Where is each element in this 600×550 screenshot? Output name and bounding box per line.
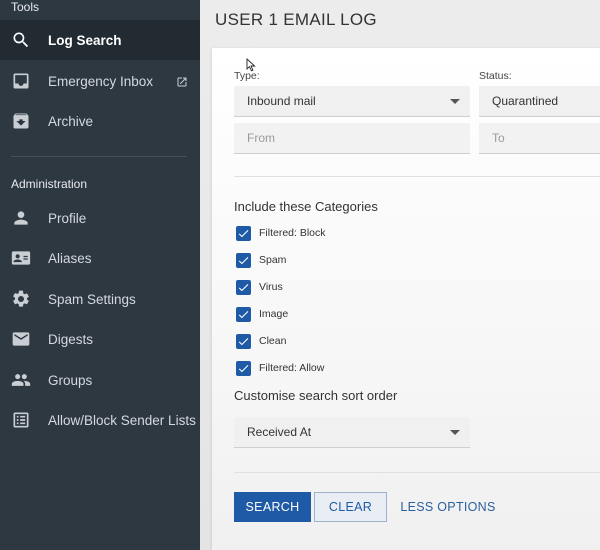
sidebar-item-digests[interactable]: Digests: [0, 319, 200, 359]
main-content: USER 1 EMAIL LOG Type: Status: Inbound m…: [200, 0, 600, 550]
sidebar-item-label: Allow/Block Sender Lists: [48, 412, 196, 428]
person-icon: [11, 208, 31, 228]
status-select[interactable]: Quarantined: [479, 86, 600, 117]
chevron-down-icon: [450, 99, 460, 104]
sidebar-item-aliases[interactable]: Aliases: [0, 238, 200, 278]
category-checkbox-spam[interactable]: Spam: [236, 251, 286, 269]
sidebar-item-label: Aliases: [48, 250, 92, 266]
sidebar-item-archive[interactable]: Archive: [0, 101, 200, 141]
less-options-link[interactable]: LESS OPTIONS: [398, 492, 498, 522]
sort-order-heading: Customise search sort order: [234, 388, 398, 403]
checkbox-checked-icon: [236, 225, 251, 241]
sort-order-select[interactable]: Received At: [234, 417, 470, 448]
category-checkbox-filtered-block[interactable]: Filtered: Block: [236, 224, 326, 242]
checkbox-checked-icon: [236, 252, 251, 268]
type-select-value: Inbound mail: [247, 94, 316, 108]
category-label: Clean: [259, 335, 287, 347]
clear-button[interactable]: CLEAR: [314, 492, 387, 522]
category-checkbox-filtered-allow[interactable]: Filtered: Allow: [236, 359, 324, 377]
sidebar-divider: [11, 156, 187, 157]
sidebar-item-profile[interactable]: Profile: [0, 198, 200, 238]
sidebar-item-groups[interactable]: Groups: [0, 360, 200, 400]
category-checkbox-clean[interactable]: Clean: [236, 332, 286, 350]
mail-icon: [11, 329, 31, 349]
checkbox-checked-icon: [236, 306, 251, 322]
sidebar-item-label: Archive: [48, 113, 94, 129]
checkbox-checked-icon: [236, 333, 251, 349]
status-label: Status:: [479, 70, 512, 82]
to-date-input[interactable]: To: [479, 123, 600, 154]
sidebar: Tools Log Search Emergency Inbox Archive…: [0, 0, 200, 550]
chevron-down-icon: [450, 430, 460, 435]
sidebar-item-label: Profile: [48, 210, 87, 226]
sort-order-value: Received At: [247, 425, 312, 439]
search-button[interactable]: SEARCH: [234, 492, 311, 522]
sidebar-item-label: Digests: [48, 331, 94, 347]
categories-heading: Include these Categories: [234, 199, 378, 214]
sidebar-item-allow-block-lists[interactable]: Allow/Block Sender Lists: [0, 400, 200, 440]
sidebar-item-emergency-inbox[interactable]: Emergency Inbox: [0, 61, 200, 101]
sidebar-item-label: Spam Settings: [48, 291, 136, 307]
group-icon: [11, 370, 31, 390]
search-icon: [11, 30, 31, 50]
sidebar-item-label: Emergency Inbox: [48, 73, 154, 89]
category-label: Filtered: Allow: [259, 362, 325, 374]
sidebar-item-spam-settings[interactable]: Spam Settings: [0, 279, 200, 319]
from-date-input[interactable]: From: [234, 123, 470, 154]
category-checkbox-image[interactable]: Image: [236, 305, 288, 323]
category-label: Filtered: Block: [259, 227, 326, 239]
status-select-value: Quarantined: [492, 94, 559, 108]
category-label: Image: [259, 308, 289, 320]
external-link-icon: [176, 75, 188, 87]
archive-icon: [11, 111, 31, 131]
sidebar-item-label: Groups: [48, 372, 93, 388]
to-placeholder: To: [492, 131, 505, 145]
checkbox-checked-icon: [236, 360, 251, 376]
page-title: USER 1 EMAIL LOG: [215, 10, 377, 29]
checkbox-checked-icon: [236, 279, 251, 295]
category-checkbox-virus[interactable]: Virus: [236, 278, 283, 296]
from-placeholder: From: [247, 131, 275, 145]
list-icon: [11, 410, 31, 430]
administration-heading: Administration: [11, 177, 88, 191]
tools-heading: Tools: [11, 0, 40, 14]
category-label: Spam: [259, 254, 287, 266]
contact-card-icon: [11, 248, 31, 268]
sidebar-item-label: Log Search: [48, 32, 122, 48]
search-options-card: Type: Status: Inbound mail Quarantined F…: [212, 48, 600, 550]
mouse-pointer-icon: [246, 58, 256, 72]
divider: [234, 472, 600, 473]
divider: [234, 176, 600, 177]
sidebar-item-log-search[interactable]: Log Search: [0, 20, 200, 60]
type-select[interactable]: Inbound mail: [234, 86, 470, 117]
inbox-icon: [11, 71, 31, 91]
category-label: Virus: [259, 281, 283, 293]
gear-icon: [11, 289, 31, 309]
